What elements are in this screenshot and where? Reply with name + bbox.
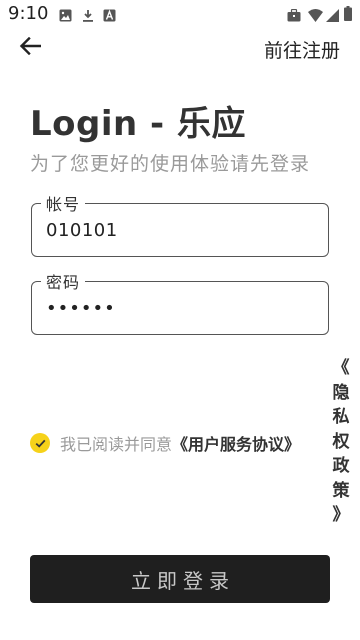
password-field[interactable]: 密码 [31, 269, 329, 335]
register-link[interactable]: 前往注册 [264, 36, 340, 63]
privacy-policy-link[interactable]: 《 隐 私 权 政 策 》 [330, 356, 352, 528]
font-icon [103, 7, 116, 26]
privacy-policy-char: 》 [332, 505, 350, 525]
wifi-icon [308, 7, 323, 26]
privacy-policy-char: 私 [332, 407, 350, 427]
password-input[interactable] [46, 282, 316, 334]
privacy-policy-char: 《 [332, 358, 350, 378]
agreement-row: 我已阅读并同意 《用户服务协议》 [30, 432, 300, 454]
user-agreement-link[interactable]: 《用户服务协议》 [172, 431, 300, 455]
agreement-prefix: 我已阅读并同意 [60, 435, 173, 454]
status-bar: 9:10 [0, 0, 360, 28]
image-icon [59, 7, 72, 26]
battery-icon [344, 6, 352, 25]
privacy-policy-char: 权 [332, 431, 350, 452]
account-input[interactable] [46, 204, 316, 256]
account-field[interactable]: 帐号 [31, 191, 329, 257]
arrow-left-icon [19, 36, 42, 59]
check-icon [35, 439, 46, 448]
agreement-checkbox[interactable] [30, 433, 50, 453]
page-subtitle: 为了您更好的使用体验请先登录 [30, 153, 311, 175]
signal-icon [326, 7, 339, 26]
briefcase-icon [287, 7, 301, 26]
status-time: 9:10 [8, 3, 49, 24]
login-button[interactable]: 立即登录 [30, 555, 330, 603]
privacy-policy-char: 策 [332, 480, 350, 501]
back-button[interactable] [14, 32, 46, 64]
privacy-policy-char: 政 [332, 456, 350, 476]
privacy-policy-char: 隐 [332, 382, 350, 403]
download-icon [82, 7, 94, 26]
page-title: Login - 乐应 [30, 104, 247, 144]
login-button-label: 立即登录 [131, 568, 235, 593]
